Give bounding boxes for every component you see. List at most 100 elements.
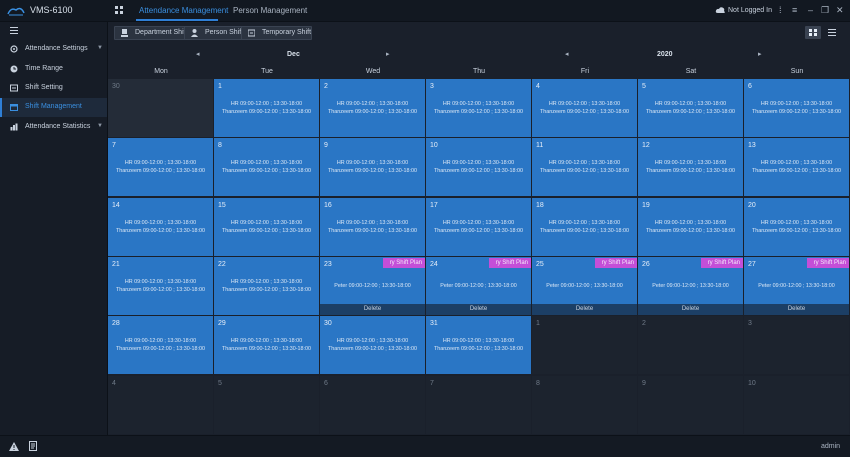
temporary-shift-plan-tag[interactable]: ry Shift Plan <box>807 258 849 268</box>
login-status[interactable]: Not Logged In <box>728 7 772 14</box>
calendar-day-cell[interactable]: 10 HR 09:00-12:00 ; 13:30-18:00 Thanzeem 0… <box>426 138 531 196</box>
temporary-shift-button[interactable]: Temporary Shift <box>241 26 313 40</box>
minimize-icon[interactable]: – <box>808 5 813 15</box>
delete-button[interactable]: Delete <box>320 304 425 315</box>
calendar-day-cell[interactable]: 24 ry Shift Plan Peter 09:00-12:00 ; 13:30… <box>426 257 531 315</box>
cloud-icon <box>715 7 725 13</box>
calendar-day-cell[interactable]: 1 <box>532 316 637 374</box>
calendar-day-cell[interactable]: 12 HR 09:00-12:00 ; 13:30-18:00 Thanzeem 0… <box>638 138 743 196</box>
department-shift-entry: HR 09:00-12:00 ; 13:30-18:00 <box>124 220 197 226</box>
calendar-day-cell[interactable]: 1 HR 09:00-12:00 ; 13:30-18:00 Thanzeem 09… <box>214 79 319 137</box>
calendar-day-cell[interactable]: 3 HR 09:00-12:00 ; 13:30-18:00 Thanzeem 09… <box>426 79 531 137</box>
calendar-day-cell[interactable]: 15 HR 09:00-12:00 ; 13:30-18:00 Thanzeem 0… <box>214 198 319 256</box>
calendar-day-cell[interactable]: 23 ry Shift Plan Peter 09:00-12:00 ; 13:30… <box>320 257 425 315</box>
apps-grid-icon[interactable] <box>115 6 123 14</box>
calendar-day-cell[interactable]: 30 <box>108 79 213 137</box>
calendar-day-cell[interactable]: 3 <box>744 316 849 374</box>
current-user[interactable]: admin <box>821 443 840 450</box>
calendar-day-cell[interactable]: 19 HR 09:00-12:00 ; 13:30-18:00 Thanzeem 0… <box>638 198 743 256</box>
person-shift-entry: Thanzeem 09:00-12:00 ; 13:30-18:00 <box>115 287 205 293</box>
calendar-day-cell[interactable]: 8 <box>532 376 637 434</box>
calendar-day-cell[interactable]: 2 HR 09:00-12:00 ; 13:30-18:00 Thanzeem 09… <box>320 79 425 137</box>
delete-button[interactable]: Delete <box>638 304 743 315</box>
calendar-day-cell[interactable]: 7 HR 09:00-12:00 ; 13:30-18:00 Thanzeem 09… <box>108 138 213 196</box>
calendar-day-cell[interactable]: 9 HR 09:00-12:00 ; 13:30-18:00 Thanzeem 09… <box>320 138 425 196</box>
calendar-day-cell[interactable]: 5 HR 09:00-12:00 ; 13:30-18:00 Thanzeem 09… <box>638 79 743 137</box>
department-shift-entry: HR 09:00-12:00 ; 13:30-18:00 <box>124 160 197 166</box>
sidebar-item-attendance-statistics[interactable]: Attendance Statistics ▼ <box>0 118 107 137</box>
list-view-button[interactable] <box>824 26 840 39</box>
menu-icon[interactable]: ≡ <box>792 5 797 15</box>
calendar-day-cell[interactable]: 14 HR 09:00-12:00 ; 13:30-18:00 Thanzeem 0… <box>108 198 213 256</box>
log-document-icon[interactable] <box>29 441 38 451</box>
prev-year-button[interactable]: ◂ <box>565 50 569 58</box>
temporary-shift-plan-tag[interactable]: ry Shift Plan <box>595 258 637 268</box>
grid-view-button[interactable] <box>805 26 821 39</box>
calendar-day-cell[interactable]: 4 <box>108 376 213 434</box>
day-number: 7 <box>112 142 116 149</box>
temporary-shift-plan-tag[interactable]: ry Shift Plan <box>701 258 743 268</box>
day-number: 3 <box>748 320 752 327</box>
calendar-day-cell[interactable]: 6 HR 09:00-12:00 ; 13:30-18:00 Thanzeem 09… <box>744 79 849 137</box>
department-shift-entry: HR 09:00-12:00 ; 13:30-18:00 <box>336 160 409 166</box>
calendar-day-cell[interactable]: 8 HR 09:00-12:00 ; 13:30-18:00 Thanzeem 09… <box>214 138 319 196</box>
prev-month-button[interactable]: ◂ <box>196 50 200 58</box>
temporary-shift-entry: Peter 09:00-12:00 ; 13:30-18:00 <box>546 283 623 289</box>
day-number: 4 <box>536 83 540 90</box>
calendar-day-cell[interactable]: 21 HR 09:00-12:00 ; 13:30-18:00 Thanzeem 0… <box>108 257 213 315</box>
person-shift-button[interactable]: Person Shift <box>184 26 245 40</box>
department-shift-button[interactable]: Department Shift <box>114 26 189 40</box>
next-year-button[interactable]: ▸ <box>758 50 762 58</box>
calendar-day-cell[interactable]: 2 <box>638 316 743 374</box>
calendar-day-cell[interactable]: 29 HR 09:00-12:00 ; 13:30-18:00 Thanzeem 0… <box>214 316 319 374</box>
delete-button[interactable]: Delete <box>744 304 849 315</box>
calendar-day-cell[interactable]: 26 ry Shift Plan Peter 09:00-12:00 ; 13:30… <box>638 257 743 315</box>
calendar-day-cell[interactable]: 27 ry Shift Plan Peter 09:00-12:00 ; 13:30… <box>744 257 849 315</box>
calendar-day-cell[interactable]: 31 HR 09:00-12:00 ; 13:30-18:00 Thanzeem 0… <box>426 316 531 374</box>
person-shift-entry: Thanzeem 09:00-12:00 ; 13:30-18:00 <box>221 168 311 174</box>
tab-attendance-management[interactable]: Attendance Management <box>139 6 228 15</box>
next-month-button[interactable]: ▸ <box>386 50 390 58</box>
calendar-day-cell[interactable]: 11 HR 09:00-12:00 ; 13:30-18:00 Thanzeem 0… <box>532 138 637 196</box>
calendar-day-cell[interactable]: 4 HR 09:00-12:00 ; 13:30-18:00 Thanzeem 09… <box>532 79 637 137</box>
warning-icon[interactable] <box>9 442 19 451</box>
delete-button[interactable]: Delete <box>532 304 637 315</box>
person-shift-entry: Thanzeem 09:00-12:00 ; 13:30-18:00 <box>433 168 523 174</box>
close-icon[interactable]: ✕ <box>836 5 844 15</box>
calendar-day-cell[interactable]: 25 ry Shift Plan Peter 09:00-12:00 ; 13:30… <box>532 257 637 315</box>
day-number: 25 <box>536 261 544 268</box>
delete-button[interactable]: Delete <box>426 304 531 315</box>
restore-icon[interactable]: ❐ <box>821 5 829 15</box>
calendar-day-cell[interactable]: 6 <box>320 376 425 434</box>
department-shift-entry: HR 09:00-12:00 ; 13:30-18:00 <box>336 338 409 344</box>
app-title: VMS-6100 <box>30 5 73 15</box>
calendar-day-cell[interactable]: 28 HR 09:00-12:00 ; 13:30-18:00 Thanzeem 0… <box>108 316 213 374</box>
sidebar-item-shift-management[interactable]: Shift Management <box>0 98 107 117</box>
department-shift-entry: HR 09:00-12:00 ; 13:30-18:00 <box>760 220 833 226</box>
calendar-day-cell[interactable]: 30 HR 09:00-12:00 ; 13:30-18:00 Thanzeem 0… <box>320 316 425 374</box>
hamburger-menu-icon[interactable] <box>10 27 18 34</box>
day-number: 5 <box>642 83 646 90</box>
calendar-day-cell[interactable]: 5 <box>214 376 319 434</box>
calendar-day-cell[interactable]: 7 <box>426 376 531 434</box>
temporary-shift-plan-tag[interactable]: ry Shift Plan <box>383 258 425 268</box>
sidebar-item-shift-setting[interactable]: Shift Setting <box>0 79 107 98</box>
calendar-day-cell[interactable]: 20 HR 09:00-12:00 ; 13:30-18:00 Thanzeem 0… <box>744 198 849 256</box>
calendar-day-cell[interactable]: 17 HR 09:00-12:00 ; 13:30-18:00 Thanzeem 0… <box>426 198 531 256</box>
sidebar-item-attendance-settings[interactable]: Attendance Settings ▼ <box>0 40 107 59</box>
weekday-label: Mon <box>154 68 168 75</box>
calendar-day-cell[interactable]: 22 HR 09:00-12:00 ; 13:30-18:00 Thanzeem 0… <box>214 257 319 315</box>
sidebar-item-time-range[interactable]: Time Range <box>0 60 107 79</box>
tab-person-management[interactable]: Person Management <box>233 6 307 15</box>
calendar-day-cell[interactable]: 10 <box>744 376 849 434</box>
account-menu-icon[interactable]: ⁞ <box>779 5 782 15</box>
calendar-day-cell[interactable]: 18 HR 09:00-12:00 ; 13:30-18:00 Thanzeem 0… <box>532 198 637 256</box>
app-logo-icon <box>7 7 25 16</box>
temporary-shift-plan-tag[interactable]: ry Shift Plan <box>489 258 531 268</box>
calendar-day-cell[interactable]: 16 HR 09:00-12:00 ; 13:30-18:00 Thanzeem 0… <box>320 198 425 256</box>
list-view-icon <box>828 29 836 36</box>
calendar-day-cell[interactable]: 13 HR 09:00-12:00 ; 13:30-18:00 Thanzeem 0… <box>744 138 849 196</box>
day-number: 3 <box>430 83 434 90</box>
calendar-day-cell[interactable]: 9 <box>638 376 743 434</box>
person-shift-entry: Thanzeem 09:00-12:00 ; 13:30-18:00 <box>539 109 629 115</box>
